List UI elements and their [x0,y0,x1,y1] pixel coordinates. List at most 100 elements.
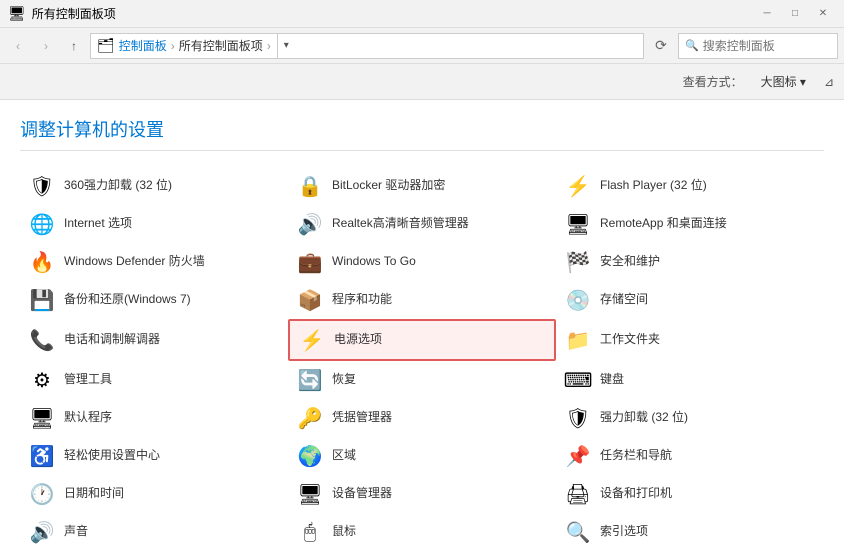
control-item[interactable]: 🔑凭据管理器 [288,399,556,437]
item-label: 存储空间 [600,292,648,308]
control-item[interactable]: 💿存储空间 [556,281,824,319]
item-icon: 📞 [28,326,56,354]
item-icon: 🔑 [296,404,324,432]
control-item[interactable]: ⌨ 键盘 [556,361,824,399]
header-row: 调整计算机的设置 [20,116,824,151]
item-label: 安全和维护 [600,254,660,270]
control-item[interactable]: 🖥 默认程序 [20,399,288,437]
item-icon: ⌨ [564,366,592,394]
control-item[interactable]: 🖱 鼠标 [288,513,556,551]
item-icon: 🕐 [28,480,56,508]
item-icon: 🖱 [296,518,324,546]
view-mode-label: 查看方式： [683,73,743,90]
control-item[interactable]: 🌍区域 [288,437,556,475]
control-item[interactable]: ♿轻松使用设置中心 [20,437,288,475]
breadcrumb-item-1[interactable]: 控制面板 [119,37,167,54]
title-bar-icon: 🖥 [8,5,26,22]
item-label: 工作文件夹 [600,332,660,348]
minimize-button[interactable]: ─ [754,4,780,24]
item-label: 键盘 [600,372,624,388]
item-icon: ⚡ [564,172,592,200]
item-icon: 🔊 [28,518,56,546]
control-item[interactable]: 📁 工作文件夹 [556,319,824,361]
item-icon: 🖥 [564,210,592,238]
item-label: 任务栏和导航 [600,448,672,464]
item-label: Internet 选项 [64,216,132,232]
control-item[interactable]: 📦 程序和功能 [288,281,556,319]
item-label: Flash Player (32 位) [600,178,707,194]
title-bar-text: 所有控制面板项 [32,5,116,22]
item-icon: 🌐 [28,210,56,238]
item-icon: ⚙ [28,366,56,394]
control-item[interactable]: 📋文件历史记录 [556,551,824,559]
item-label: RemoteApp 和桌面连接 [600,216,727,232]
control-item[interactable]: 🌐 Internet 选项 [20,205,288,243]
up-button[interactable]: ↑ [62,34,86,58]
control-item[interactable]: ⚡电源选项 [288,319,556,361]
item-icon: 🖥 [296,480,324,508]
search-box: 🔍 [678,33,838,59]
search-icon: 🔍 [685,39,699,52]
control-item[interactable]: 🖨 设备和打印机 [556,475,824,513]
item-icon: 🔍 [564,518,592,546]
item-label: 声音 [64,524,88,540]
control-item[interactable]: 🔄同步中心 [20,551,288,559]
item-label: 默认程序 [64,410,112,426]
control-item[interactable]: 🔊Realtek高清晰音频管理器 [288,205,556,243]
control-item[interactable]: 🔒 BitLocker 驱动器加密 [288,167,556,205]
control-item[interactable]: 🏁安全和维护 [556,243,824,281]
breadcrumb: 控制面板 › 所有控制面板项 › [119,37,273,54]
control-item[interactable]: 🔍索引选项 [556,513,824,551]
view-type-button[interactable]: 大图标 ▾ [751,68,816,96]
forward-button[interactable]: › [34,34,58,58]
close-button[interactable]: ✕ [810,4,836,24]
item-label: 鼠标 [332,524,356,540]
item-icon: 🔒 [296,172,324,200]
item-icon: ⚡ [298,326,326,354]
control-item[interactable]: 🖥设备管理器 [288,475,556,513]
control-item[interactable]: 📌 任务栏和导航 [556,437,824,475]
control-item[interactable]: ⚡ Flash Player (32 位) [556,167,824,205]
main-content: 调整计算机的设置 🛡360强力卸载 (32 位) 🔒 BitLocker 驱动器加密… [0,100,844,559]
control-item[interactable]: 🌐网络和共享中心 [288,551,556,559]
item-label: 设备和打印机 [600,486,672,502]
address-dropdown[interactable]: ▾ [277,33,295,59]
item-icon: 🖥 [28,404,56,432]
item-label: 区域 [332,448,356,464]
item-icon: 🛡 [28,172,56,200]
item-icon: 🔥 [28,248,56,276]
control-item[interactable]: 🔊 声音 [20,513,288,551]
control-item[interactable]: ⚙管理工具 [20,361,288,399]
control-item[interactable]: 🛡强力卸载 (32 位) [556,399,824,437]
control-item[interactable]: 📞 电话和调制解调器 [20,319,288,361]
item-icon: 🔊 [296,210,324,238]
maximize-button[interactable]: □ [782,4,808,24]
search-input[interactable] [703,39,844,53]
control-item[interactable]: 🔄恢复 [288,361,556,399]
item-icon: 💼 [296,248,324,276]
item-icon: 📁 [564,326,592,354]
item-icon: 🖨 [564,480,592,508]
item-label: 程序和功能 [332,292,392,308]
breadcrumb-item-2[interactable]: 所有控制面板项 [179,37,263,54]
item-label: 日期和时间 [64,486,124,502]
back-button[interactable]: ‹ [6,34,30,58]
control-item[interactable]: 🕐 日期和时间 [20,475,288,513]
address-bar: ‹ › ↑ 🗂 控制面板 › 所有控制面板项 › ▾ ⟳ 🔍 [0,28,844,64]
item-icon: 🛡 [564,404,592,432]
control-item[interactable]: 🛡360强力卸载 (32 位) [20,167,288,205]
item-label: BitLocker 驱动器加密 [332,178,445,194]
page-title: 调整计算机的设置 [20,116,164,142]
control-item[interactable]: 🖥 RemoteApp 和桌面连接 [556,205,824,243]
address-box: 🗂 控制面板 › 所有控制面板项 › ▾ [90,33,644,59]
toolbar-icon: ⊿ [824,75,834,89]
refresh-button[interactable]: ⟳ [648,33,674,59]
control-item[interactable]: 🔥Windows Defender 防火墙 [20,243,288,281]
item-icon: 📦 [296,286,324,314]
control-item[interactable]: 💾备份和还原(Windows 7) [20,281,288,319]
item-icon: 📌 [564,442,592,470]
item-icon: 💾 [28,286,56,314]
item-label: 恢复 [332,372,356,388]
item-label: 电话和调制解调器 [64,332,160,348]
control-item[interactable]: 💼Windows To Go [288,243,556,281]
